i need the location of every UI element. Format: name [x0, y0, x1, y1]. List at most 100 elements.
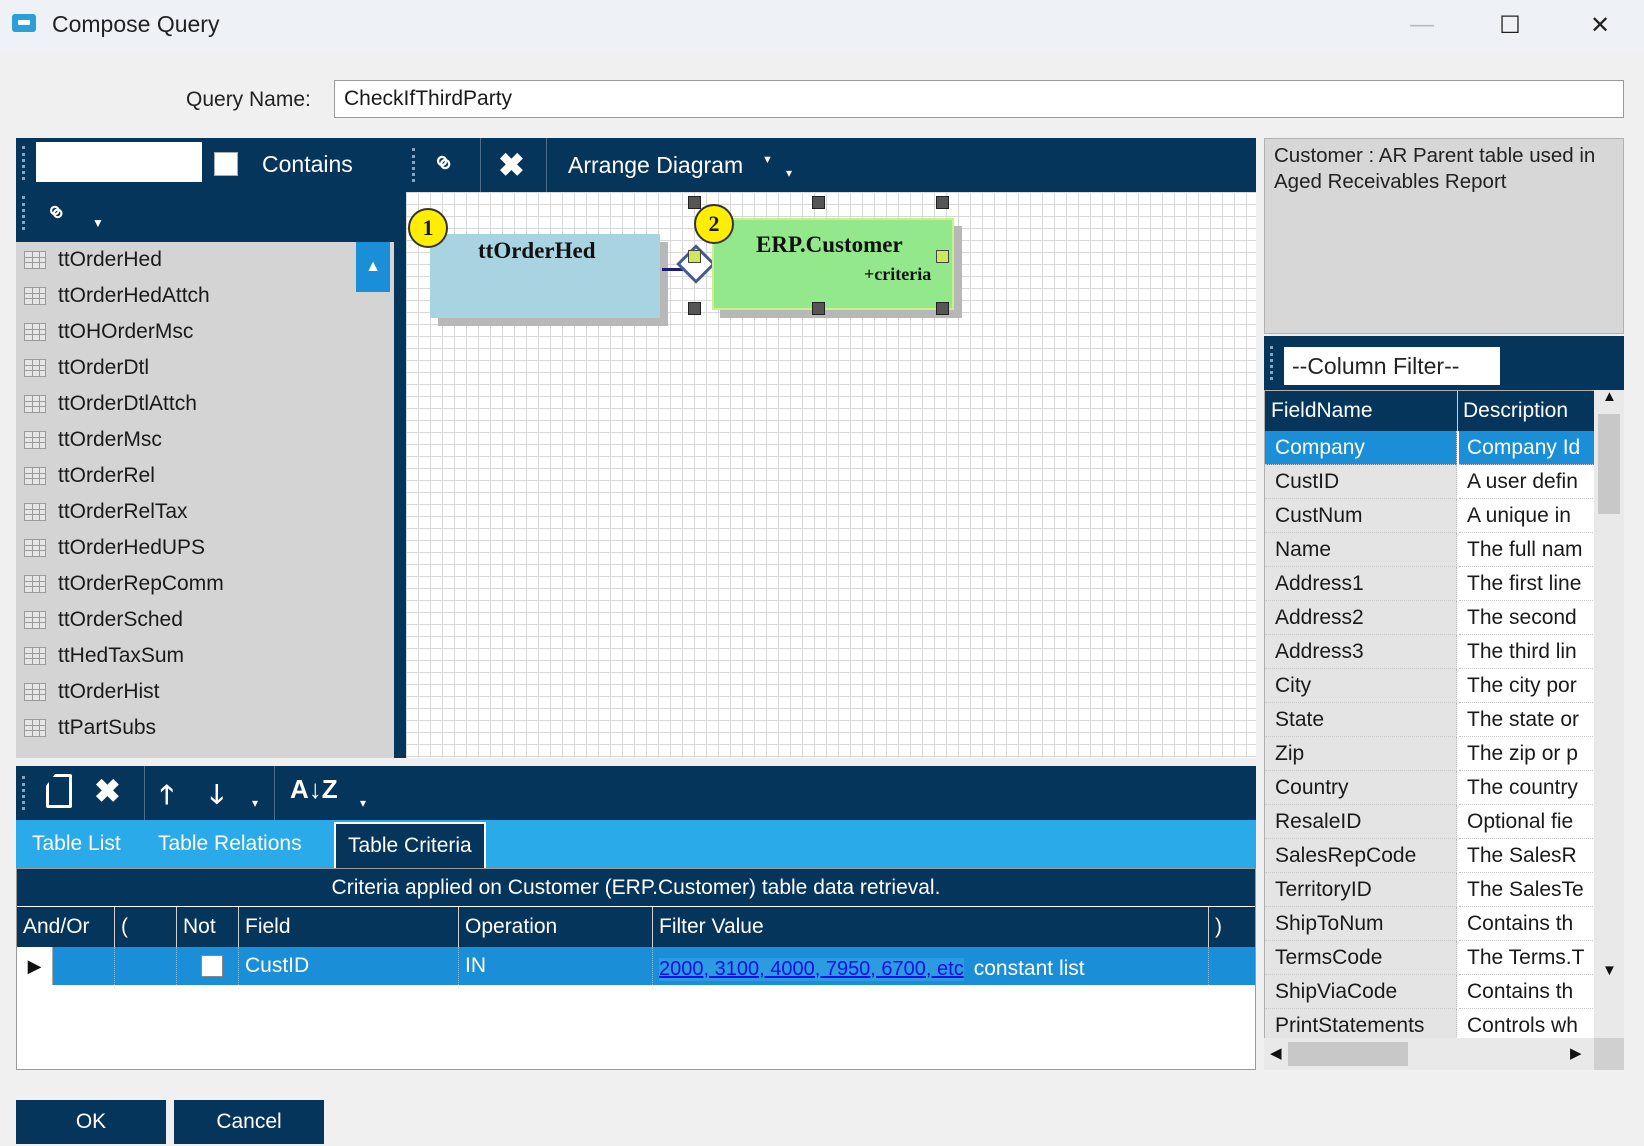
resize-handle[interactable]: [688, 250, 701, 263]
table-node-erp-customer[interactable]: ERP.Customer +criteria: [712, 218, 954, 310]
fields-horizontal-scrollbar[interactable]: ◀ ▶: [1264, 1038, 1594, 1070]
fields-grid[interactable]: FieldName Description Company Company Id C…: [1264, 390, 1624, 1070]
tab-table-relations[interactable]: Table Relations: [146, 820, 314, 868]
scroll-up-icon[interactable]: ▲: [1602, 388, 1617, 405]
operation-cell[interactable]: IN: [459, 947, 653, 985]
field-row[interactable]: TermsCode The Terms.T: [1265, 941, 1595, 975]
field-row[interactable]: SalesRepCode The SalesR: [1265, 839, 1595, 873]
link-icon[interactable]: ⚭: [421, 142, 464, 185]
table-list-item[interactable]: ttOrderDtl: [16, 350, 356, 386]
minimize-button[interactable]: —: [1378, 0, 1466, 50]
field-description-cell[interactable]: A user defin: [1459, 465, 1595, 499]
table-search-input[interactable]: [36, 142, 202, 182]
query-name-input[interactable]: [334, 80, 1624, 118]
chevron-down-icon[interactable]: ▼: [92, 216, 104, 230]
field-description-cell[interactable]: The third lin: [1459, 635, 1595, 669]
table-list-item[interactable]: ttOHOrderMsc: [16, 314, 356, 350]
field-description-cell[interactable]: Contains th: [1459, 975, 1595, 1009]
field-name-cell[interactable]: Name: [1265, 533, 1457, 567]
table-list-item[interactable]: ttOrderSched: [16, 602, 356, 638]
field-row[interactable]: Company Company Id: [1265, 431, 1595, 465]
move-down-icon[interactable]: 🡓: [210, 776, 224, 820]
field-row[interactable]: Name The full nam: [1265, 533, 1595, 567]
table-node-ttorderhed[interactable]: ttOrderHed: [430, 234, 660, 318]
not-cell[interactable]: [177, 947, 239, 985]
field-description-cell[interactable]: The first line: [1459, 567, 1595, 601]
fields-vertical-scrollbar[interactable]: ▲ ▼: [1594, 388, 1624, 1038]
filter-value-cell[interactable]: 2000, 3100, 4000, 7950, 6700, etc consta…: [653, 947, 1209, 985]
field-row[interactable]: TerritoryID The SalesTe: [1265, 873, 1595, 907]
field-row[interactable]: ResaleID Optional fie: [1265, 805, 1595, 839]
field-name-cell[interactable]: Company: [1265, 431, 1457, 465]
resize-handle[interactable]: [812, 196, 825, 209]
tab-table-criteria[interactable]: Table Criteria: [334, 822, 486, 868]
column-header-not[interactable]: Not: [177, 907, 239, 947]
table-list-item[interactable]: ttOrderHedAttch: [16, 278, 356, 314]
field-name-cell[interactable]: Country: [1265, 771, 1457, 805]
field-name-cell[interactable]: ResaleID: [1265, 805, 1457, 839]
field-description-cell[interactable]: The country: [1459, 771, 1595, 805]
query-diagram[interactable]: ttOrderHed 1 ERP.Customer +criteria 2: [406, 192, 1256, 758]
field-row[interactable]: Address3 The third lin: [1265, 635, 1595, 669]
column-header-close-paren[interactable]: ): [1209, 907, 1255, 947]
column-header-field[interactable]: Field: [239, 907, 459, 947]
scrollbar-thumb[interactable]: [1598, 414, 1620, 514]
field-description-cell[interactable]: Company Id: [1459, 431, 1595, 465]
field-name-cell[interactable]: City: [1265, 669, 1457, 703]
scroll-left-icon[interactable]: ◀: [1270, 1044, 1282, 1062]
field-name-cell[interactable]: TermsCode: [1265, 941, 1457, 975]
field-row[interactable]: Zip The zip or p: [1265, 737, 1595, 771]
scrollbar-thumb[interactable]: [1288, 1042, 1408, 1066]
field-row[interactable]: ShipViaCode Contains th: [1265, 975, 1595, 1009]
table-list-item[interactable]: ttOrderHist: [16, 674, 356, 710]
field-name-cell[interactable]: Address1: [1265, 567, 1457, 601]
chevron-down-icon[interactable]: ▼: [762, 154, 773, 166]
filter-value-link[interactable]: 2000, 3100, 4000, 7950, 6700, etc: [659, 957, 964, 981]
field-row[interactable]: CustID A user defin: [1265, 465, 1595, 499]
open-paren-cell[interactable]: [115, 947, 177, 985]
table-list-item[interactable]: ttOrderMsc: [16, 422, 356, 458]
resize-handle[interactable]: [936, 302, 949, 315]
field-name-cell[interactable]: ShipToNum: [1265, 907, 1457, 941]
chevron-down-icon[interactable]: ▾: [252, 796, 258, 810]
arrange-diagram-button[interactable]: Arrange Diagram: [568, 152, 743, 179]
table-list-item[interactable]: ttOrderRepComm: [16, 566, 356, 602]
row-selector-icon[interactable]: ▶: [17, 947, 53, 985]
field-description-cell[interactable]: The SalesR: [1459, 839, 1595, 873]
table-list-item[interactable]: ttOrderHedUPS: [16, 530, 356, 566]
close-button[interactable]: ✕: [1556, 0, 1644, 50]
toolbar-grip[interactable]: [22, 146, 25, 180]
move-up-icon[interactable]: 🡑: [160, 776, 174, 820]
resize-handle[interactable]: [936, 250, 949, 263]
field-description-cell[interactable]: The SalesTe: [1459, 873, 1595, 907]
field-name-cell[interactable]: CustNum: [1265, 499, 1457, 533]
field-description-cell[interactable]: A unique in: [1459, 499, 1595, 533]
cancel-button[interactable]: Cancel: [174, 1100, 324, 1144]
table-list[interactable]: ttOrderHed ttOrderHedAttch ttOHOrderMsc ttO…: [16, 242, 396, 758]
resize-handle[interactable]: [812, 302, 825, 315]
field-name-cell[interactable]: Address2: [1265, 601, 1457, 635]
field-name-cell[interactable]: Address3: [1265, 635, 1457, 669]
column-header-and-or[interactable]: And/Or: [17, 907, 115, 947]
table-list-item[interactable]: ttOrderRelTax: [16, 494, 356, 530]
toolbar-grip[interactable]: [1270, 346, 1273, 380]
scroll-down-icon[interactable]: ▼: [1602, 962, 1617, 979]
field-row[interactable]: Country The country: [1265, 771, 1595, 805]
toolbar-grip[interactable]: [22, 196, 25, 230]
field-name-cell[interactable]: SalesRepCode: [1265, 839, 1457, 873]
field-row[interactable]: CustNum A unique in: [1265, 499, 1595, 533]
field-row[interactable]: Address2 The second: [1265, 601, 1595, 635]
sort-icon[interactable]: A↓Z: [290, 774, 338, 805]
toolbar-grip[interactable]: [412, 148, 415, 182]
field-description-cell[interactable]: The second: [1459, 601, 1595, 635]
field-name-cell[interactable]: State: [1265, 703, 1457, 737]
column-filter-input[interactable]: [1284, 347, 1500, 385]
field-row[interactable]: Address1 The first line: [1265, 567, 1595, 601]
panel-splitter[interactable]: [394, 138, 406, 758]
field-row[interactable]: ShipToNum Contains th: [1265, 907, 1595, 941]
delete-icon[interactable]: ✖: [94, 772, 121, 810]
field-description-cell[interactable]: Optional fie: [1459, 805, 1595, 839]
column-header-description[interactable]: Description: [1463, 391, 1568, 431]
new-icon[interactable]: [46, 774, 72, 808]
scroll-right-icon[interactable]: ▶: [1570, 1044, 1582, 1062]
